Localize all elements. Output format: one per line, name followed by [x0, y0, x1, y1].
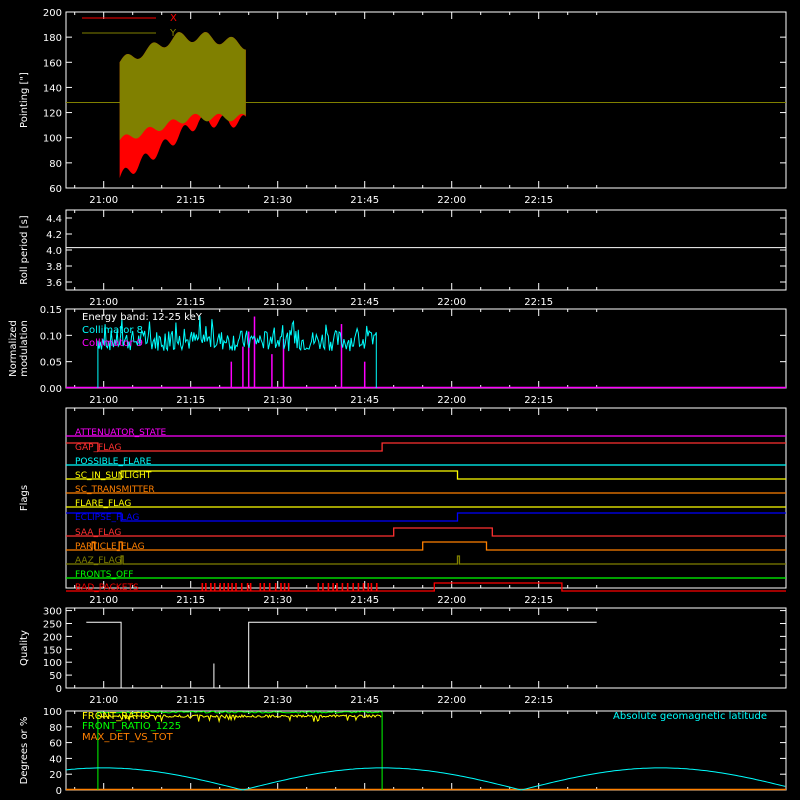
roll-ytick-label: 3.6 [46, 278, 62, 289]
pointing-ylabel: Pointing ["] [19, 72, 30, 128]
quality-ytick-label: 200 [43, 632, 62, 643]
legend-label-collimator-9: Collimator 9 [82, 338, 143, 349]
roll-xtick-label: 21:15 [176, 297, 205, 308]
quality-xtick-label: 22:15 [524, 695, 553, 706]
quality-line [86, 621, 597, 689]
pointing-ytick-label: 120 [43, 109, 62, 120]
modulation-ytick-label: 0.15 [40, 305, 62, 316]
pointing-xtick-label: 22:15 [524, 195, 553, 206]
quality-xtick-label: 22:00 [437, 695, 466, 706]
quality-ytick-label: 100 [43, 658, 62, 669]
roll-panel: 3.6 3.8 4.0 4.2 4.4 21:00 21:15 21:30 21:45 22:00… [19, 209, 787, 308]
roll-xtick-label: 22:15 [524, 297, 553, 308]
flags-xtick-label: 21:30 [263, 595, 292, 606]
roll-xtick-label: 21:30 [263, 297, 292, 308]
roll-xtick-label: 22:00 [437, 297, 466, 308]
pointing-xtick-label: 21:30 [263, 195, 292, 206]
roll-ytick-label: 4.4 [46, 214, 62, 225]
flag-line [66, 582, 786, 592]
ratios-ylabel: Degrees or % [19, 717, 30, 785]
figure: 608010012014016018020021:00 21:15 21:30 21:… [8, 8, 787, 797]
pointing-xtick-label: 21:15 [176, 195, 205, 206]
ratios-ytick-label: 60 [49, 739, 62, 750]
energy-band-label: Energy band: 12-25 keY [82, 312, 203, 323]
chart-canvas: 60 80 100 120 140 160 180 200 21:00 21:15 21:30 21:… [0, 0, 800, 800]
pointing-ytick-label: 140 [43, 83, 62, 94]
legend-label-y: Y [169, 28, 177, 39]
ratios-panel: 020406080100Degrees or %FRONT_RATIOFRONT… [19, 707, 787, 797]
flag-line [66, 527, 786, 537]
flag-line [66, 442, 786, 452]
roll-ytick-label: 3.8 [46, 262, 62, 273]
legend-label-front-ratio-1225: FRONT_RATIO_1225 [82, 721, 181, 732]
flags-xtick-label: 21:00 [89, 595, 118, 606]
ratios-ytick-label: 20 [49, 770, 62, 781]
pointing-ytick-label: 180 [43, 33, 62, 44]
modulation-ytick-label: 0.00 [40, 384, 62, 395]
pointing-ytick-label: 200 [43, 8, 62, 19]
modulation-panel: 0.00 0.05 0.10 0.15 21:00 21:15 21:30 21:45 22:0… [8, 305, 787, 406]
modulation-xtick-label: 21:15 [176, 395, 205, 406]
roll-ytick-label: 4.2 [46, 230, 62, 241]
flags-xtick-label: 22:15 [524, 595, 553, 606]
flags-xtick-label: 21:15 [176, 595, 205, 606]
ratios-ytick-label: 0 [56, 786, 62, 797]
pointing-ytick-label: 160 [43, 58, 62, 69]
flag-line [66, 555, 786, 565]
flags-ylabel: Flags [19, 485, 30, 511]
quality-ylabel: Quality [19, 630, 30, 666]
roll-frame [65, 209, 787, 291]
legend-label-collimator-8: Collimator 8 [82, 325, 143, 336]
modulation-ytick-label: 0.10 [40, 331, 62, 342]
ratios-ytick-label: 100 [43, 707, 62, 718]
modulation-xtick-label: 21:00 [89, 395, 118, 406]
quality-frame [65, 607, 787, 689]
legend-label-max-det: MAX_DET_VS_TOT [82, 732, 174, 743]
legend-label-x: X [170, 13, 177, 24]
quality-xtick-label: 21:00 [89, 695, 118, 706]
pointing-panel: 60 80 100 120 140 160 180 200 21:00 21:15 21:30 21:… [19, 8, 787, 206]
pointing-ytick-label: 100 [43, 134, 62, 145]
quality-xtick-label: 21:15 [176, 695, 205, 706]
quality-xtick-label: 21:45 [350, 695, 379, 706]
modulation-ylabel: modulation [19, 320, 30, 377]
pointing-xtick-label: 21:00 [89, 195, 118, 206]
roll-xtick-label: 21:00 [89, 297, 118, 308]
modulation-xtick-label: 21:45 [350, 395, 379, 406]
roll-ylabel: Roll period [s] [19, 215, 30, 284]
quality-ytick-label: 250 [43, 619, 62, 630]
quality-panel: 0 50 100 150 200 250300 21:00 21:15 21:30 21:45 22… [19, 607, 787, 706]
flag-line [66, 512, 786, 522]
flag-line [66, 470, 786, 480]
legend-label-geomagnetic-latitude: Absolute geomagnetic latitude [613, 711, 767, 722]
quality-xtick-label: 21:30 [263, 695, 292, 706]
flags-panel: 21:00 21:15 21:30 21:45 22:00 22:15FlagsATTEN… [19, 407, 787, 606]
roll-xtick-label: 21:45 [350, 297, 379, 308]
ratios-ytick-label: 80 [49, 723, 62, 734]
modulation-xtick-label: 22:00 [437, 395, 466, 406]
ratios-ytick-label: 40 [49, 754, 62, 765]
pointing-xtick-label: 21:45 [350, 195, 379, 206]
flags-xtick-label: 21:45 [350, 595, 379, 606]
pointing-xtick-label: 22:00 [437, 195, 466, 206]
flag-line [66, 541, 786, 551]
quality-ytick-label: 150 [43, 645, 62, 656]
quality-ytick-label: 300 [43, 607, 62, 618]
pointing-ytick-label: 80 [49, 159, 62, 170]
geomagnetic-latitude-curve [65, 767, 786, 791]
roll-ytick-label: 4.0 [46, 246, 62, 257]
quality-ytick-label: 50 [49, 671, 62, 682]
pointing-ytick-label: 60 [49, 184, 62, 195]
flags-frame [65, 407, 787, 589]
modulation-xtick-label: 21:30 [263, 395, 292, 406]
flags-xtick-label: 22:00 [437, 595, 466, 606]
modulation-xtick-label: 22:15 [524, 395, 553, 406]
modulation-ytick-label: 0.05 [40, 358, 62, 369]
quality-ytick-label: 0 [56, 684, 62, 695]
modulation-ylabel: Normalized [8, 320, 19, 377]
